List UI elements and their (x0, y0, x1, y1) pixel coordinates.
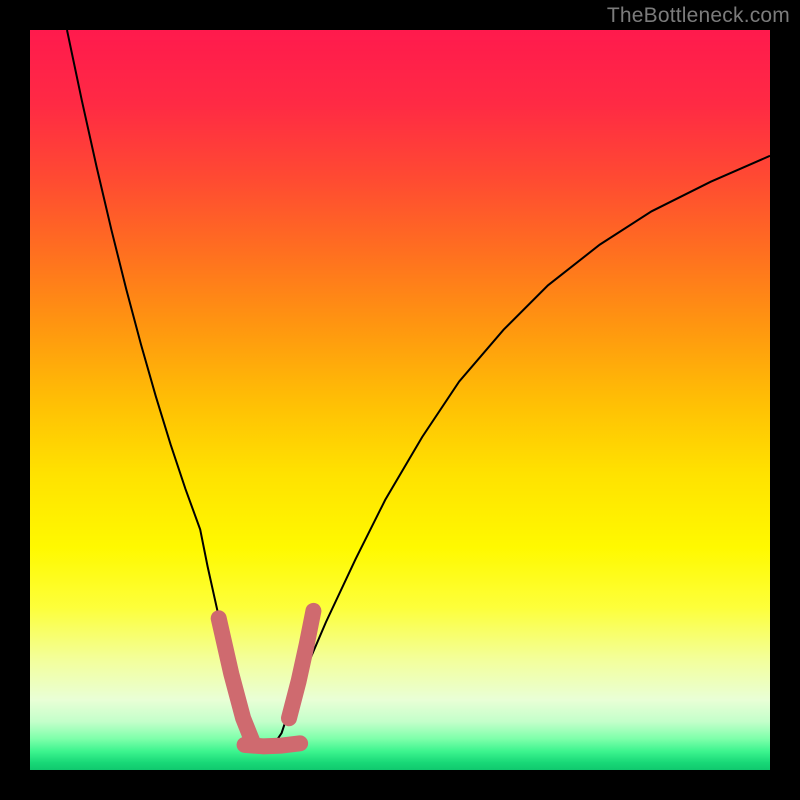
plot-area (30, 30, 770, 770)
outer-frame: TheBottleneck.com (0, 0, 800, 800)
chart-svg (30, 30, 770, 770)
watermark-label: TheBottleneck.com (607, 4, 790, 28)
gradient-background (30, 30, 770, 770)
series-highlight-bottom (245, 743, 301, 746)
